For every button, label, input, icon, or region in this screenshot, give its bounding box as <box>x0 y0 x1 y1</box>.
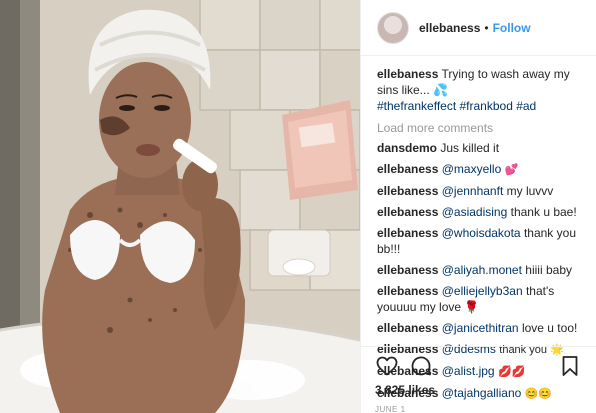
action-icons <box>375 353 582 379</box>
comment: ellebaness @asiadising thank u bae! <box>377 204 586 220</box>
comment: ellebaness @whoisdakota thank you bb!!! <box>377 225 586 257</box>
instagram-post: ellebaness • Follow ellebaness Trying to… <box>0 0 596 413</box>
post-actions: 3,825 likes JUNE 1 <box>361 346 596 413</box>
avatar[interactable] <box>377 11 409 44</box>
comment-username[interactable]: ellebaness <box>377 284 438 298</box>
post-photo[interactable] <box>0 0 360 413</box>
load-more-comments-link[interactable]: Load more comments <box>377 120 586 136</box>
comment-username[interactable]: ellebaness <box>377 321 438 335</box>
header-username[interactable]: ellebaness <box>419 21 480 35</box>
comment-text: my luvvv <box>506 184 554 198</box>
comment-text: hiiii baby <box>525 263 572 277</box>
likes-count[interactable]: 3,825 likes <box>375 383 582 397</box>
comment-icon[interactable] <box>409 354 433 378</box>
comment-text: thank u bae! <box>510 205 577 219</box>
comment: ellebaness @janicethitran love u too! <box>377 320 586 336</box>
post-date: JUNE 1 <box>375 405 406 413</box>
comment-username[interactable]: ellebaness <box>377 162 438 176</box>
comment: ellebaness @jennhanft my luvvv <box>377 183 586 199</box>
follow-button[interactable]: Follow <box>493 21 531 35</box>
comment-username[interactable]: ellebaness <box>377 205 438 219</box>
post-caption: ellebaness Trying to wash away my sins l… <box>377 66 586 114</box>
comment-mention[interactable]: @janicethitran <box>442 321 519 335</box>
comment-mention[interactable]: @aliyah.monet <box>442 263 522 277</box>
post-sidebar: ellebaness • Follow ellebaness Trying to… <box>360 0 596 413</box>
post-header: ellebaness • Follow <box>361 0 596 56</box>
comment-text: love u too! <box>521 321 578 335</box>
comment-username[interactable]: dansdemo <box>377 141 437 155</box>
bookmark-icon[interactable] <box>558 354 582 378</box>
comment-mention[interactable]: @jennhanft <box>442 184 504 198</box>
comment: ellebaness @aliyah.monet hiiii baby <box>377 262 586 278</box>
comment-text: Jus killed it <box>440 141 500 155</box>
comment-mention[interactable]: @elliejellyb3an <box>442 284 523 298</box>
caption-hashtags[interactable]: #thefrankeffect #frankbod #ad <box>377 98 586 114</box>
post-image <box>0 0 360 413</box>
comment: ellebaness @maxyello 💕 <box>377 161 586 178</box>
comment-mention[interactable]: @maxyello <box>442 162 502 176</box>
comment-mention[interactable]: @whoisdakota <box>442 226 521 240</box>
heart-icon[interactable] <box>375 354 399 378</box>
comment-mention[interactable]: @asiadising <box>442 205 508 219</box>
comment: ellebaness @elliejellyb3an that's youuuu… <box>377 283 586 315</box>
comment-username[interactable]: ellebaness <box>377 184 438 198</box>
header-separator-dot: • <box>484 20 489 35</box>
comment: dansdemo Jus killed it <box>377 140 586 156</box>
caption-username[interactable]: ellebaness <box>377 67 438 81</box>
comment-username[interactable]: ellebaness <box>377 226 438 240</box>
comment-text: 💕 <box>504 164 519 176</box>
comment-username[interactable]: ellebaness <box>377 263 438 277</box>
